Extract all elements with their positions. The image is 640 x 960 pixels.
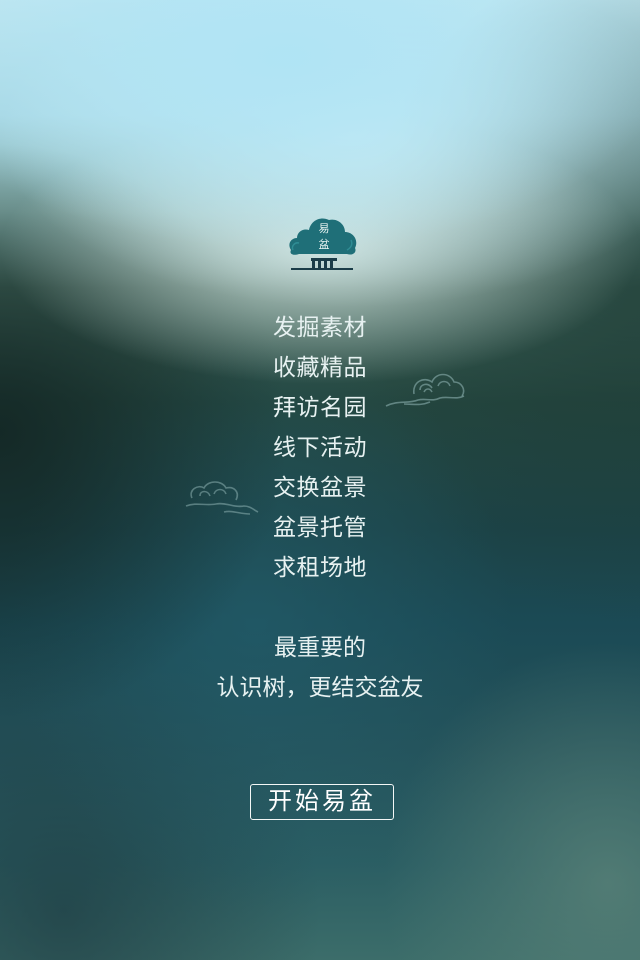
feature-item: 收藏精品 <box>273 355 367 381</box>
logo-text-bottom: 盆 <box>319 237 330 251</box>
tagline-line2: 认识树，更结交盆友 <box>216 675 424 701</box>
logo-text-top: 易 <box>319 222 330 235</box>
tree-logo-icon: 易 盆 <box>289 218 357 270</box>
feature-item: 交换盆景 <box>273 475 367 501</box>
feature-list: 发掘素材 收藏精品 拜访名园 线下活动 交换盆景 盆景托管 求租场地 <box>0 308 640 588</box>
feature-item: 盆景托管 <box>273 515 367 541</box>
feature-item: 拜访名园 <box>273 395 367 421</box>
start-button[interactable]: 开始易盆 <box>250 784 394 820</box>
feature-item: 求租场地 <box>273 555 367 581</box>
tagline-line1: 最重要的 <box>274 635 366 661</box>
feature-item: 线下活动 <box>273 435 367 461</box>
feature-item: 发掘素材 <box>273 315 367 341</box>
